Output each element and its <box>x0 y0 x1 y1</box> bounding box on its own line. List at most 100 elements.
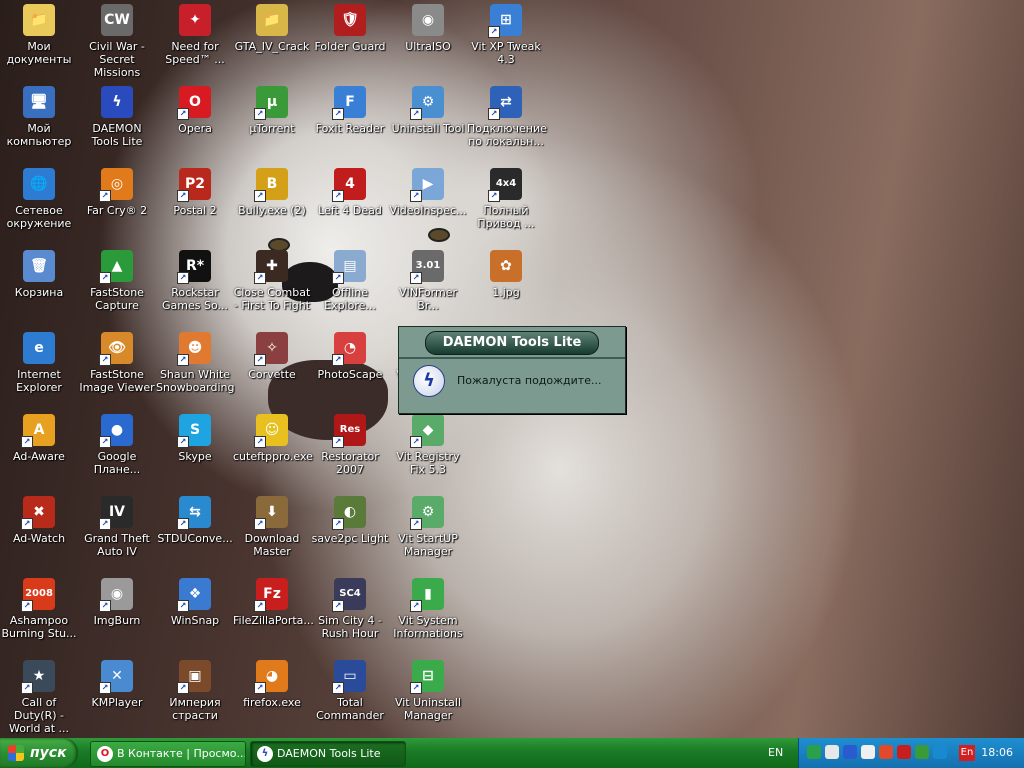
desktop-icon[interactable]: ● ↗ Google Плане... <box>78 414 156 476</box>
desktop-icon[interactable]: 📁 Мои документы <box>0 4 78 66</box>
dialog-title[interactable]: DAEMON Tools Lite <box>425 331 599 355</box>
shortcut-arrow-icon: ↗ <box>99 354 111 366</box>
desktop-icon[interactable]: O ↗ Opera <box>156 86 234 135</box>
desktop-icon[interactable]: 👁 ↗ FastStone Image Viewer <box>78 332 156 394</box>
tray-antivirus-icon[interactable] <box>879 745 893 759</box>
desktop-icon[interactable]: ◉ ↗ ImgBurn <box>78 578 156 627</box>
desktop-icon[interactable]: 🖥 Мой компьютер <box>0 86 78 148</box>
desktop-icon[interactable]: ⊟ ↗ Vit Uninstall Manager <box>389 660 467 722</box>
shortcut-arrow-icon: ↗ <box>410 190 422 202</box>
desktop-icon[interactable]: ⚙ ↗ Vit StartUP Manager <box>389 496 467 558</box>
desktop-icon[interactable]: R* ↗ Rockstar Games So... <box>156 250 234 312</box>
desktop-icon[interactable]: µ ↗ µTorrent <box>233 86 311 135</box>
tray-speaker-icon[interactable] <box>825 745 839 759</box>
desktop-icon[interactable]: S ↗ Skype <box>156 414 234 463</box>
desktop-icon[interactable]: ☺ ↗ cuteftppro.exe <box>233 414 313 463</box>
desktop-icon-label: Vit Uninstall Manager <box>394 696 462 722</box>
tray-app-icon[interactable] <box>897 745 911 759</box>
desktop-icon[interactable]: ⇄ ↗ Подключение по локальн... <box>467 86 547 148</box>
language-indicator[interactable]: EN <box>768 738 783 768</box>
desktop-icon[interactable]: e Internet Explorer <box>0 332 78 394</box>
tray-arrow-icon[interactable] <box>807 745 821 759</box>
shortcut-arrow-icon: ↗ <box>332 518 344 530</box>
desktop-icon[interactable]: ◐ ↗ save2pc Light <box>311 496 389 545</box>
desktop-icon[interactable]: 4x4 ↗ Полный Привод ... <box>467 168 545 230</box>
desktop-icon[interactable]: IV ↗ Grand Theft Auto IV <box>78 496 156 558</box>
desktop-icon-label: Vit Registry Fix 5.3 <box>396 450 460 476</box>
desktop-icon[interactable]: Fz ↗ FileZillaPorta... <box>233 578 314 627</box>
desktop-icon-label: Far Cry® 2 <box>86 204 148 217</box>
desktop-icon[interactable]: ◔ ↗ PhotoScape <box>311 332 389 381</box>
desktop-app-icon: ✖ ↗ <box>21 496 55 530</box>
desktop-icon[interactable]: ✦ Need for Speed™ ... <box>156 4 234 66</box>
desktop-icon-label: Grand Theft Auto IV <box>84 532 150 558</box>
desktop-icon[interactable]: Res ↗ Restorator 2007 <box>311 414 389 476</box>
desktop-icon[interactable]: F ↗ Foxit Reader <box>311 86 389 135</box>
desktop-icon-label: FileZillaPorta... <box>233 614 314 627</box>
desktop-icon[interactable]: ★ ↗ Call of Duty(R) - World at ... <box>0 660 78 735</box>
desktop-icon[interactable]: ❖ ↗ WinSnap <box>156 578 234 627</box>
shortcut-arrow-icon: ↗ <box>99 272 111 284</box>
desktop-icon[interactable]: 📁 GTA_IV_Crack <box>233 4 311 53</box>
desktop-icon-label: Rockstar Games So... <box>162 286 228 312</box>
desktop-icon[interactable]: ✿ 1.jpg <box>467 250 545 299</box>
desktop-icon[interactable]: ✧ ↗ Corvette <box>233 332 311 381</box>
desktop-icon[interactable]: B ↗ Bully.exe (2) <box>233 168 311 217</box>
desktop-icon-label: DAEMON Tools Lite <box>91 122 143 148</box>
shortcut-arrow-icon: ↗ <box>332 108 344 120</box>
taskbar-button-vkontakte[interactable]: O В Контакте | Просмо... <box>90 741 246 767</box>
desktop-icon[interactable]: ✕ ↗ KMPlayer <box>78 660 156 709</box>
desktop-icon[interactable]: ✚ ↗ Close Combat - First To Fight <box>233 250 311 312</box>
desktop-icon[interactable]: 3.01 ↗ VINFormer Br... <box>389 250 467 312</box>
desktop-app-icon: 2008 ↗ <box>21 578 55 612</box>
desktop-icon[interactable]: ⊞ ↗ Vit XP Tweak 4.3 <box>467 4 545 66</box>
desktop-icon[interactable]: ▮ ↗ Vit System Informations <box>389 578 467 640</box>
desktop-icon-label: 1.jpg <box>492 286 520 299</box>
tray-monitor-icon[interactable] <box>861 745 875 759</box>
tray-shield-icon[interactable] <box>933 745 947 759</box>
desktop-icon[interactable]: ▣ ↗ Империя страсти <box>156 660 234 722</box>
desktop-icon[interactable]: 🗑 Корзина <box>0 250 78 299</box>
tray-network-icon[interactable] <box>843 745 857 759</box>
desktop-icon[interactable]: ⇆ ↗ STDUConve... <box>156 496 234 545</box>
system-tray: En 18:06 <box>798 738 1024 768</box>
desktop-icon[interactable]: ⚙ ↗ Uninstall Tool <box>389 86 467 135</box>
desktop-icon[interactable]: ▲ ↗ FastStone Capture <box>78 250 156 312</box>
desktop-icon[interactable]: 2008 ↗ Ashampoo Burning Stu... <box>0 578 78 640</box>
tray-utorrent-icon[interactable] <box>915 745 929 759</box>
desktop-icon[interactable]: P2 ↗ Postal 2 <box>156 168 234 217</box>
desktop-icon[interactable]: ✖ ↗ Ad-Watch <box>0 496 78 545</box>
desktop-icon[interactable]: A ↗ Ad-Aware <box>0 414 78 463</box>
desktop-icon[interactable]: ◎ ↗ Far Cry® 2 <box>78 168 156 217</box>
desktop-icon[interactable]: ☻ ↗ Shaun White Snowboarding <box>156 332 234 394</box>
shortcut-arrow-icon: ↗ <box>488 108 500 120</box>
desktop-app-icon: IV ↗ <box>99 496 133 530</box>
desktop-app-icon: ⚙ ↗ <box>410 86 444 120</box>
desktop-icon[interactable]: ◕ ↗ firefox.exe <box>233 660 311 709</box>
wallpaper-wolf-eye <box>430 230 448 240</box>
desktop-icon[interactable]: ϟ DAEMON Tools Lite <box>78 86 156 148</box>
desktop-icon[interactable]: SC4 ↗ Sim City 4 - Rush Hour <box>311 578 389 640</box>
desktop-icon[interactable]: ▤ ↗ Offline Explore... <box>311 250 389 312</box>
desktop-icon[interactable]: 4 ↗ Left 4 Dead <box>311 168 389 217</box>
desktop-icon-label: Мои документы <box>6 40 72 66</box>
desktop-app-icon: ◉ <box>412 4 444 36</box>
shortcut-arrow-icon: ↗ <box>254 600 266 612</box>
desktop-app-icon: Res ↗ <box>332 414 366 448</box>
desktop-icon[interactable]: ◉ UltraISO <box>389 4 467 53</box>
taskbar-button-daemon-tools[interactable]: ϟ DAEMON Tools Lite <box>250 741 406 767</box>
desktop-icon[interactable]: ◆↗Vit Registry Fix 5.3 <box>389 414 467 476</box>
desktop-icon[interactable]: ▶ ↗ VideoInspec... <box>389 168 467 217</box>
desktop-icon-label: STDUConve... <box>157 532 233 545</box>
desktop-icon[interactable]: 🌐 Сетевое окружение <box>0 168 78 230</box>
start-label: пуск <box>30 745 67 761</box>
desktop-icon[interactable]: CW Civil War - Secret Missions <box>78 4 156 79</box>
start-button[interactable]: пуск <box>0 738 78 768</box>
clock[interactable]: 18:06 <box>981 738 1013 768</box>
tray-language-icon[interactable]: En <box>959 745 975 761</box>
desktop-app-icon: 📁 <box>23 4 55 36</box>
shortcut-arrow-icon: ↗ <box>254 272 266 284</box>
desktop-icon[interactable]: 🛡 Folder Guard <box>311 4 389 53</box>
desktop-icon[interactable]: ▭ ↗ Total Commander <box>311 660 389 722</box>
desktop-icon[interactable]: ⬇ ↗ Download Master <box>233 496 311 558</box>
